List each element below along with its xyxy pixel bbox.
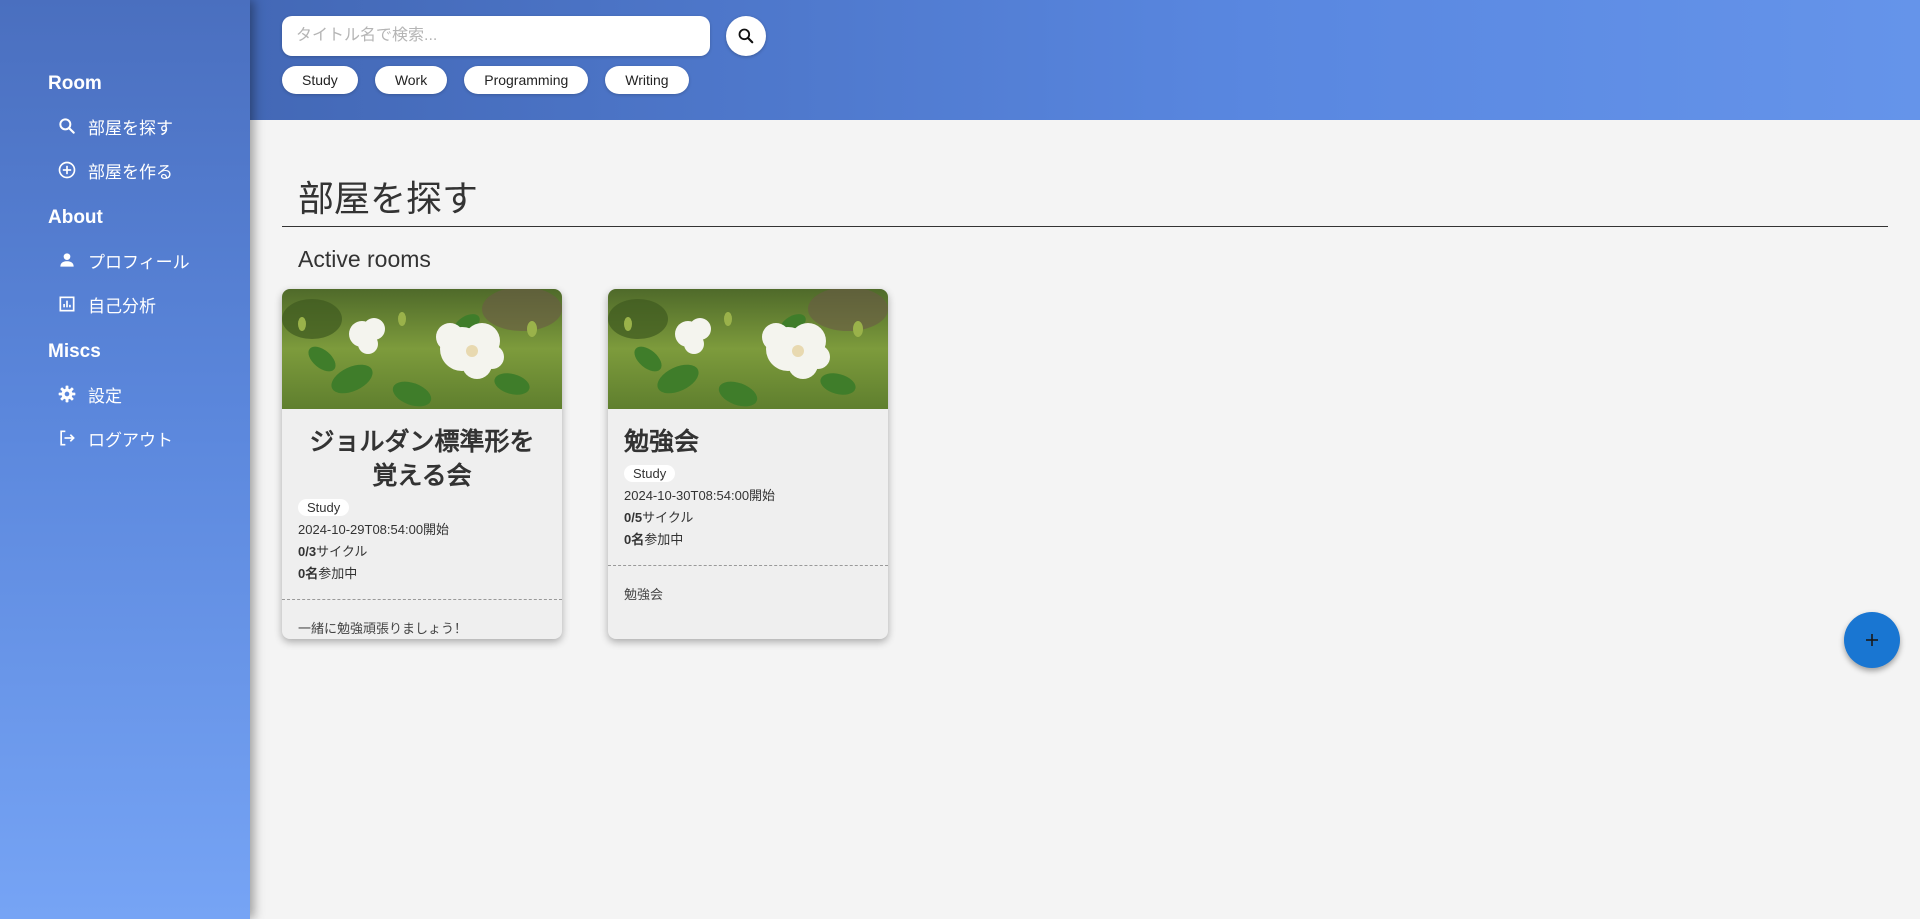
title-divider — [282, 226, 1888, 227]
room-card[interactable]: ジョルダン標準形を覚える会 Study 2024-10-29T08:54:00開… — [282, 289, 562, 639]
chip-programming[interactable]: Programming — [464, 66, 589, 94]
room-card-image — [282, 289, 562, 409]
chart-icon — [56, 293, 78, 315]
sidebar-item-profile[interactable]: プロフィール — [0, 238, 250, 282]
sidebar-item-label: プロフィール — [88, 252, 190, 272]
page-title: 部屋を探す — [298, 178, 479, 219]
sidebar-heading-miscs: Miscs — [48, 341, 101, 362]
sidebar-item-self-analysis[interactable]: 自己分析 — [0, 282, 250, 326]
room-card-participants: 0名参加中 — [624, 529, 872, 551]
sidebar: Room 部屋を探す 部屋を作る About プロフィール 自己分析 Miscs… — [0, 0, 250, 919]
sidebar-item-settings[interactable]: 設定 — [0, 372, 250, 416]
top-header: Study Work Programming Writing — [250, 0, 1920, 120]
room-card-title: ジョルダン標準形を覚える会 — [309, 428, 535, 490]
room-card-body: 勉強会 Study 2024-10-30T08:54:00開始 0/5サイクル … — [608, 409, 888, 551]
sidebar-item-logout[interactable]: ログアウト — [0, 416, 250, 460]
room-card-tag: Study — [624, 465, 676, 482]
search-icon — [736, 26, 756, 46]
room-card-description: 勉強会 — [624, 587, 664, 602]
room-card-cycles: 0/3サイクル — [298, 541, 546, 563]
chip-study[interactable]: Study — [282, 66, 358, 94]
gear-icon — [56, 383, 78, 405]
participant-suffix: 参加中 — [318, 566, 358, 581]
chip-writing[interactable]: Writing — [605, 66, 689, 94]
chip-work[interactable]: Work — [374, 66, 448, 94]
cycle-count: 0/5 — [624, 510, 643, 525]
person-icon — [56, 249, 78, 271]
cycle-suffix: サイクル — [642, 510, 694, 525]
search-input[interactable] — [282, 16, 710, 56]
search-icon — [56, 115, 78, 137]
sidebar-item-label: 自己分析 — [88, 296, 156, 316]
room-card-participants: 0名参加中 — [298, 563, 546, 585]
sidebar-item-label: 部屋を作る — [88, 162, 173, 182]
category-chips: Study Work Programming Writing — [282, 66, 689, 94]
logout-icon — [56, 427, 78, 449]
participant-count: 0名 — [624, 532, 645, 547]
room-card-tag: Study — [298, 499, 350, 516]
create-room-fab[interactable] — [1844, 612, 1900, 668]
sidebar-item-find-room[interactable]: 部屋を探す — [0, 104, 250, 148]
participant-count: 0名 — [298, 566, 319, 581]
sidebar-heading-about: About — [48, 207, 103, 228]
room-card-description: 一緒に勉強頑張りましょう！ — [298, 621, 468, 636]
sidebar-section-room: Room 部屋を探す 部屋を作る — [0, 70, 250, 192]
room-card-start: 2024-10-30T08:54:00開始 — [624, 488, 776, 503]
sidebar-item-label: ログアウト — [88, 430, 173, 450]
sidebar-heading-room: Room — [48, 73, 102, 94]
room-card[interactable]: 勉強会 Study 2024-10-30T08:54:00開始 0/5サイクル … — [608, 289, 888, 639]
sidebar-section-miscs: Miscs 設定 ログアウト — [0, 338, 250, 460]
search-button[interactable] — [726, 16, 766, 56]
add-circle-icon — [56, 159, 78, 181]
room-card-image — [608, 289, 888, 409]
cycle-suffix: サイクル — [316, 544, 368, 559]
participant-suffix: 参加中 — [644, 532, 684, 547]
cycle-count: 0/3 — [298, 544, 317, 559]
sidebar-item-create-room[interactable]: 部屋を作る — [0, 148, 250, 192]
room-card-body: ジョルダン標準形を覚える会 Study 2024-10-29T08:54:00開… — [282, 409, 562, 585]
room-card-start: 2024-10-29T08:54:00開始 — [298, 522, 450, 537]
plus-icon — [1863, 631, 1881, 649]
section-title-active-rooms: Active rooms — [298, 246, 431, 272]
sidebar-section-about: About プロフィール 自己分析 — [0, 204, 250, 326]
room-card-title: 勉強会 — [624, 428, 700, 456]
room-card-cycles: 0/5サイクル — [624, 507, 872, 529]
sidebar-item-label: 設定 — [88, 386, 122, 406]
sidebar-item-label: 部屋を探す — [88, 118, 173, 138]
